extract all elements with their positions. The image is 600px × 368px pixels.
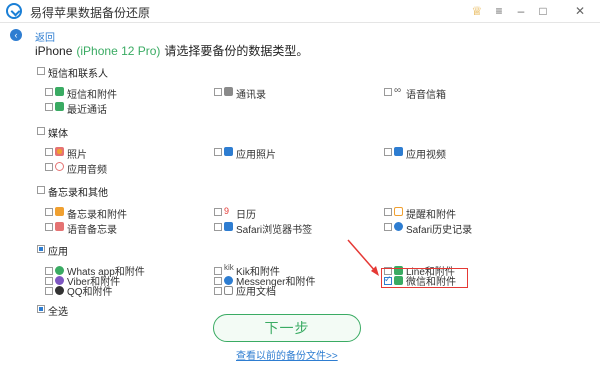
checkbox-notes[interactable] <box>45 208 53 216</box>
select-all-label: 全选 <box>48 307 68 318</box>
app-videos-icon <box>394 147 403 156</box>
section-title-apps: 应用 <box>48 247 68 258</box>
label-photos: 照片 <box>67 150 87 161</box>
safari-bookmark-icon <box>224 222 233 231</box>
highlight-box <box>381 268 468 288</box>
reminders-icon <box>394 207 403 216</box>
device-model: (iPhone 12 Pro) <box>76 44 161 58</box>
checkbox-voice-memos[interactable] <box>45 223 53 231</box>
device-header: iPhone (iPhone 12 Pro) 请选择要备份的数据类型。 <box>35 42 308 59</box>
label-contacts: 通讯录 <box>236 90 266 101</box>
section-title-media: 媒体 <box>48 129 68 140</box>
label-qq: QQ和附件 <box>67 287 113 298</box>
app-logo-icon <box>6 3 22 19</box>
section-checkbox-notes-other[interactable] <box>37 186 45 194</box>
select-all-checkbox[interactable] <box>37 305 45 313</box>
checkbox-safari-bookmarks[interactable] <box>214 223 222 231</box>
message-icon <box>55 87 64 96</box>
checkbox-safari-history[interactable] <box>384 223 392 231</box>
checkbox-whatsapp[interactable] <box>45 267 53 275</box>
checkbox-app-audio[interactable] <box>45 163 53 171</box>
label-calendar: 日历 <box>236 210 256 221</box>
maximize-icon[interactable]: □ <box>534 2 552 20</box>
close-icon[interactable]: ✕ <box>571 2 589 20</box>
checkbox-kik[interactable] <box>214 267 222 275</box>
app-docs-icon <box>224 286 233 295</box>
app-audio-icon <box>55 162 64 171</box>
label-notes: 备忘录和附件 <box>67 210 127 221</box>
label-app-photos: 应用照片 <box>236 150 276 161</box>
section-checkbox-apps[interactable] <box>37 245 45 253</box>
photos-icon <box>55 147 64 156</box>
title-bar: 易得苹果数据备份还原 ♕ ≡ – □ ✕ <box>0 0 600 22</box>
section-title-sms-contacts: 短信和联系人 <box>48 69 108 80</box>
label-app-audio: 应用音频 <box>67 165 107 176</box>
notes-icon <box>55 207 64 216</box>
checkbox-reminders[interactable] <box>384 208 392 216</box>
whatsapp-icon <box>55 266 64 275</box>
viber-icon <box>55 276 64 285</box>
back-arrow-icon[interactable]: ‹ <box>10 29 22 41</box>
label-voicemail: 语音信箱 <box>406 90 446 101</box>
label-reminders: 提醒和附件 <box>406 210 456 221</box>
label-sms: 短信和附件 <box>67 90 117 101</box>
view-previous-backups-link[interactable]: 查看以前的备份文件>> <box>236 347 338 362</box>
app-photos-icon <box>224 147 233 156</box>
device-name: iPhone <box>35 44 73 58</box>
checkbox-voicemail[interactable] <box>384 88 392 96</box>
kik-icon: kik <box>224 263 234 272</box>
menu-icon[interactable]: ≡ <box>490 2 508 20</box>
checkbox-recent-calls[interactable] <box>45 103 53 111</box>
checkbox-app-photos[interactable] <box>214 148 222 156</box>
section-checkbox-sms-contacts[interactable] <box>37 67 45 75</box>
app-title: 易得苹果数据备份还原 <box>30 6 151 20</box>
section-title-notes-other: 备忘录和其他 <box>48 188 108 199</box>
label-voice-memos: 语音备忘录 <box>67 225 117 236</box>
voice-memo-icon <box>55 222 64 231</box>
checkbox-app-videos[interactable] <box>384 148 392 156</box>
label-recent-calls: 最近通话 <box>67 105 107 116</box>
calendar-icon: 9 <box>224 206 230 216</box>
checkbox-calendar[interactable] <box>214 208 222 216</box>
phone-icon <box>55 102 64 111</box>
checkbox-viber[interactable] <box>45 277 53 285</box>
checkbox-sms[interactable] <box>45 88 53 96</box>
checkbox-contacts[interactable] <box>214 88 222 96</box>
safari-history-icon <box>394 222 403 231</box>
contacts-icon <box>224 87 233 96</box>
checkbox-photos[interactable] <box>45 148 53 156</box>
label-safari-bookmarks: Safari浏览器书签 <box>236 225 313 236</box>
section-checkbox-media[interactable] <box>37 127 45 135</box>
qq-icon <box>55 286 64 295</box>
label-app-docs: 应用文档 <box>236 287 276 298</box>
checkbox-app-docs[interactable] <box>214 287 222 295</box>
minimize-icon[interactable]: – <box>512 2 530 20</box>
checkbox-messenger[interactable] <box>214 277 222 285</box>
instruction-text: 请选择要备份的数据类型。 <box>164 44 309 58</box>
voicemail-icon: ∞ <box>394 85 402 96</box>
label-app-videos: 应用视频 <box>406 150 446 161</box>
crown-icon[interactable]: ♕ <box>468 2 486 20</box>
checkbox-qq[interactable] <box>45 287 53 295</box>
label-safari-history: Safari历史记录 <box>406 225 473 236</box>
messenger-icon <box>224 276 233 285</box>
next-button[interactable]: 下一步 <box>213 314 361 342</box>
